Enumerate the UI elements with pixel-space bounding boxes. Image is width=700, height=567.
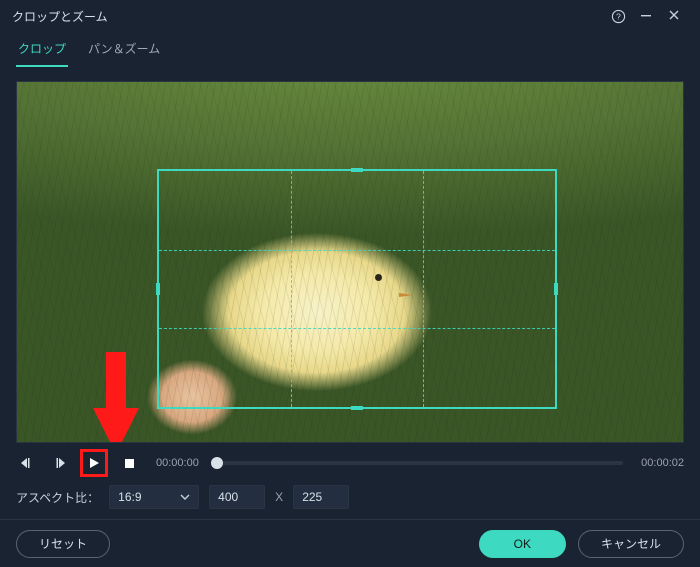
svg-text:?: ? [616, 11, 621, 21]
aspect-row: アスペクト比： 16:9 400 X 225 [0, 475, 700, 509]
playback-controls: 00:00:00 00:00:02 [0, 443, 700, 475]
reset-button[interactable]: リセット [16, 530, 110, 558]
next-frame-button[interactable] [48, 452, 70, 474]
crop-height-value: 225 [302, 490, 322, 504]
play-button[interactable] [85, 452, 103, 474]
timeline-scrubber[interactable] [217, 461, 623, 465]
aspect-label: アスペクト比： [16, 489, 99, 506]
annotation-highlight [80, 449, 108, 477]
window-title: クロップとズーム [12, 8, 604, 25]
crop-handle-tl[interactable] [157, 169, 171, 183]
time-current: 00:00:00 [156, 457, 199, 469]
crop-handle-b[interactable] [351, 406, 363, 410]
crop-handle-r[interactable] [554, 283, 558, 295]
cancel-button[interactable]: キャンセル [578, 530, 684, 558]
aspect-ratio-select[interactable]: 16:9 [109, 485, 199, 509]
titlebar: クロップとズーム ? [0, 0, 700, 32]
stop-button[interactable] [118, 452, 140, 474]
crop-handle-t[interactable] [351, 168, 363, 172]
tab-pan-zoom[interactable]: パン＆ズーム [86, 36, 162, 67]
help-icon[interactable]: ? [604, 9, 632, 24]
close-button[interactable] [660, 9, 688, 24]
crop-handle-tr[interactable] [543, 169, 557, 183]
crop-handle-br[interactable] [543, 395, 557, 409]
ok-button[interactable]: OK [479, 530, 566, 558]
footer: リセット OK キャンセル [0, 519, 700, 567]
crop-handle-l[interactable] [156, 283, 160, 295]
preview-area[interactable] [16, 81, 684, 443]
crop-width-input[interactable]: 400 [209, 485, 265, 509]
scrubber-handle[interactable] [211, 457, 223, 469]
aspect-ratio-value: 16:9 [118, 490, 141, 504]
minimize-button[interactable] [632, 9, 660, 24]
time-total: 00:00:02 [641, 457, 684, 469]
tabs: クロップ パン＆ズーム [0, 32, 700, 67]
dimension-separator: X [275, 490, 283, 504]
chevron-down-icon [180, 494, 190, 500]
crop-rectangle[interactable] [157, 169, 557, 409]
prev-frame-button[interactable] [16, 452, 38, 474]
tab-crop[interactable]: クロップ [16, 36, 68, 67]
crop-height-input[interactable]: 225 [293, 485, 349, 509]
crop-width-value: 400 [218, 490, 238, 504]
crop-handle-bl[interactable] [157, 395, 171, 409]
